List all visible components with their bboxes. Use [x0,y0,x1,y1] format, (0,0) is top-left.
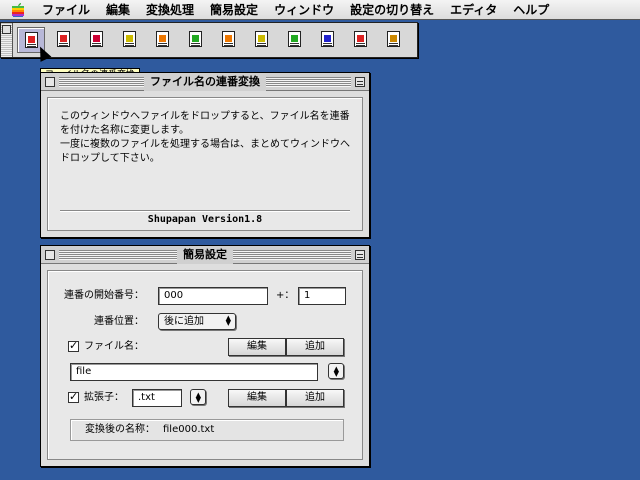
extension-checkbox[interactable]: ✓ [68,390,79,403]
menu-edit[interactable]: 編集 [98,0,138,20]
divider [60,210,350,212]
tool-button-8[interactable] [248,27,276,53]
tool-button-11[interactable] [347,27,375,53]
description: このウィンドウへファイルをドロップすると、ファイル名を連番 を付けた名称に変更し… [60,111,350,164]
tool-palette [0,22,418,58]
rename-window-titlebar[interactable]: ファイル名の連番変換 [41,73,369,91]
settings-window-close-button[interactable] [45,250,55,260]
result-value: file000.txt [163,424,215,435]
settings-window-collapse-button[interactable] [355,250,365,260]
document-list-icon [222,31,235,47]
rename-window-collapse-button[interactable] [355,77,365,87]
tool-button-2[interactable] [50,27,78,53]
palette-drag-handle[interactable] [1,23,13,57]
extension-edit-button[interactable]: 編集 [228,389,286,407]
rename-window-title: ファイル名の連番変換 [144,73,266,91]
menu-switch-settings[interactable]: 設定の切り替え [342,0,442,20]
rename-window: ファイル名の連番変換 このウィンドウへファイルをドロップすると、ファイル名を連番… [40,72,370,238]
extension-add-button[interactable]: 追加 [286,389,344,407]
extension-label: 拡張子： [84,392,124,403]
tool-button-9[interactable] [281,27,309,53]
start-number-input[interactable]: 000 [158,287,268,305]
rename-sequential-icon [25,32,38,48]
version-label: Shupapan Version1.8 [147,214,263,225]
document-copy-icon [57,31,70,47]
palette-close-button[interactable] [2,25,11,34]
tool-button-10[interactable] [314,27,342,53]
popup-arrows-icon: ▲ ▼ [333,365,339,378]
document-number-icon [189,31,202,47]
rename-window-close-button[interactable] [45,77,55,87]
checkmark-icon: ✓ [69,339,79,352]
apple-menu-icon[interactable] [10,2,26,18]
tool-button-6[interactable] [182,27,210,53]
tool-button-12[interactable] [380,27,408,53]
increment-label: +： [276,290,295,301]
result-label: 変換後の名称： [85,424,155,435]
increment-input[interactable]: 1 [298,287,346,305]
menu-help[interactable]: ヘルプ [505,0,557,20]
result-box: 変換後の名称： file000.txt [70,419,344,441]
menu-file[interactable]: ファイル [34,0,98,20]
document-blue-icon [321,31,334,47]
tool-button-7[interactable] [215,27,243,53]
tool-button-4[interactable] [116,27,144,53]
tool-button-3[interactable] [83,27,111,53]
filename-popup-button[interactable]: ▲ ▼ [328,363,344,379]
document-check-icon [288,31,301,47]
position-popup-value: 後に追加 [164,316,204,327]
document-red-icon [90,31,103,47]
filename-label: ファイル名： [84,341,144,352]
document-edit-icon [156,31,169,47]
document-red-check-icon [354,31,367,47]
popup-arrows-icon: ▲ ▼ [225,314,231,327]
position-popup[interactable]: 後に追加 ▲ ▼ [158,313,236,330]
filename-input[interactable]: file [70,363,318,381]
extension-popup-button[interactable]: ▲ ▼ [190,389,206,405]
position-label: 連番位置： [94,316,144,327]
document-stack-icon [387,31,400,47]
settings-window-titlebar[interactable]: 簡易設定 [41,246,369,264]
menu-editor[interactable]: エディタ [442,0,505,20]
menu-bar: ファイル 編集 変換処理 簡易設定 ウィンドウ 設定の切り替え エディタ ヘルプ [0,0,640,20]
checkmark-icon: ✓ [69,390,79,403]
document-arrow-icon [255,31,268,47]
settings-panel: 連番の開始番号： 000 +： 1 連番位置： 後に追加 ▲ ▼ ✓ ファイル名：… [47,270,363,460]
popup-arrows-icon: ▲ ▼ [195,391,201,404]
menu-quick-settings[interactable]: 簡易設定 [202,0,266,20]
menu-window[interactable]: ウィンドウ [266,0,342,20]
tool-button-5[interactable] [149,27,177,53]
document-yellow-icon [123,31,136,47]
extension-input[interactable]: .txt [132,389,182,407]
filename-checkbox[interactable]: ✓ [68,339,79,352]
start-number-label: 連番の開始番号： [64,290,144,301]
drop-area[interactable]: このウィンドウへファイルをドロップすると、ファイル名を連番 を付けた名称に変更し… [47,97,363,231]
settings-window-title: 簡易設定 [177,246,233,264]
filename-edit-button[interactable]: 編集 [228,338,286,356]
menu-convert[interactable]: 変換処理 [138,0,202,20]
quick-settings-window: 簡易設定 連番の開始番号： 000 +： 1 連番位置： 後に追加 ▲ ▼ ✓ フ… [40,245,370,467]
filename-add-button[interactable]: 追加 [286,338,344,356]
